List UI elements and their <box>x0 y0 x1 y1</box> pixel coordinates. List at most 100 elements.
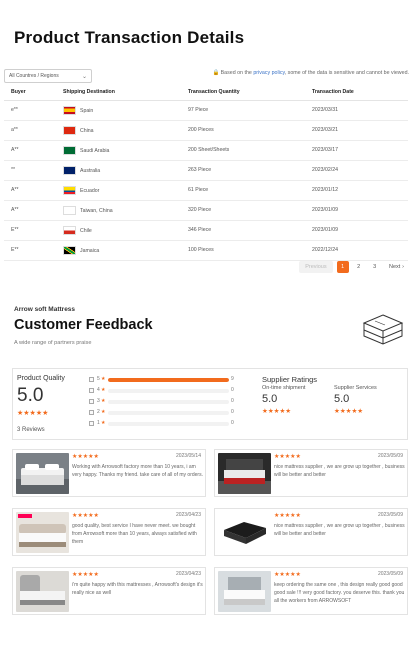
flag-icon <box>63 105 76 115</box>
review-date: 2023/05/14 <box>175 453 201 459</box>
star-icon: ★ <box>101 387 106 393</box>
product-quality-stars: ★★★★★ <box>17 410 49 417</box>
country-name: Taiwan, China <box>80 207 113 214</box>
flag-icon <box>63 165 76 175</box>
privacy-notice: 🔒Based on the privacy policy, some of th… <box>213 70 409 76</box>
rating-bar-row[interactable]: 5 ★ 9 <box>89 376 239 385</box>
flag-icon <box>63 185 76 195</box>
feedback-title: Customer Feedback <box>14 317 153 333</box>
review-card[interactable]: ★★★★★ 2023/05/14 Working with Arrowsoft fa… <box>12 449 206 497</box>
previous-page-button[interactable]: Previous <box>299 261 333 273</box>
notice-text-after: , some of the data is sensitive and cann… <box>284 70 409 76</box>
date-cell: 2023/03/21 <box>305 120 408 141</box>
rating-bar-row[interactable]: 3 ★ 0 <box>89 398 239 407</box>
bedroom-photo-image[interactable] <box>218 571 271 612</box>
star-icon: ★ <box>101 420 106 426</box>
rating-bar-track <box>108 411 229 415</box>
table-row: A** Taiwan, China 320 Piece 2023/01/09 <box>4 200 408 221</box>
quantity-cell: 100 Pieces <box>181 240 305 261</box>
review-stars: ★★★★★ <box>72 572 99 578</box>
rating-filter-checkbox[interactable] <box>89 399 94 404</box>
review-date: 2023/05/09 <box>377 571 403 577</box>
buyer-cell: A** <box>4 180 56 201</box>
destination-cell: China <box>56 120 181 141</box>
review-stars: ★★★★★ <box>274 454 301 460</box>
quantity-cell: 200 Sheet/Sheets <box>181 140 305 161</box>
product-quality-score: 5.0 <box>17 385 44 406</box>
review-card[interactable]: ★★★★★ 2023/04/23 i'm quite happy with this… <box>12 567 206 615</box>
star-icon: ★ <box>101 409 106 415</box>
next-page-label: Next <box>388 264 401 270</box>
rating-count: 9 <box>231 376 234 382</box>
star-level: 3 <box>97 398 100 404</box>
black-bed-photo-image[interactable] <box>218 453 271 494</box>
review-card[interactable]: ★★★★★ 2023/05/09 nice mattress supplier , … <box>214 449 408 497</box>
star-icon: ★ <box>101 398 106 404</box>
country-name: Chile <box>80 227 92 234</box>
quantity-cell: 97 Piece <box>181 100 305 121</box>
rating-bar-track <box>108 400 229 404</box>
country-name: China <box>80 127 94 134</box>
page-button-1[interactable]: 1 <box>336 261 349 273</box>
rating-count: 0 <box>231 409 234 415</box>
review-text: Working with Arrowsoft factory more than… <box>72 464 203 478</box>
supplier-services-stars: ★★★★★ <box>334 408 364 415</box>
page-button-2[interactable]: 2 <box>353 261 365 273</box>
date-cell: 2023/01/09 <box>305 220 408 241</box>
rating-bar-track <box>108 422 229 426</box>
rating-summary: Product Quality 5.0 ★★★★★ 3 Reviews 5 ★ 9 4… <box>12 368 408 440</box>
star-level: 1 <box>97 420 100 426</box>
supplier-ratings-label: Supplier Ratings <box>262 375 318 384</box>
ontime-shipment-label: On-time shipment <box>262 385 306 391</box>
region-filter-select[interactable]: All Countres / Regions ⌄ <box>4 69 92 83</box>
pagination: Previous 1 2 3 Next › <box>299 261 408 273</box>
date-cell: 2022/12/24 <box>305 240 408 261</box>
date-cell: 2023/03/17 <box>305 140 408 161</box>
review-text: i'm quite happy with this mattresses , A… <box>72 582 203 596</box>
review-card[interactable]: ★★★★★ 2023/05/09 keep ordering the same on… <box>214 567 408 615</box>
rating-filter-checkbox[interactable] <box>89 388 94 393</box>
review-card[interactable]: ★★★★★ 2023/04/23 good quality, best servic… <box>12 508 206 556</box>
transaction-table: Buyer Shipping Destination Transaction Q… <box>4 85 408 261</box>
quantity-cell: 200 Pieces <box>181 120 305 141</box>
rating-bar-row[interactable]: 2 ★ 0 <box>89 409 239 418</box>
review-text: good quality, best service I have never … <box>72 523 197 545</box>
upholstered-bed-photo-image[interactable] <box>16 571 69 612</box>
rating-bar-fill <box>108 378 229 382</box>
rating-filter-checkbox[interactable] <box>89 421 94 426</box>
buyer-cell: A** <box>4 140 56 161</box>
review-card[interactable]: ★★★★★ 2023/05/09 nice mattress supplier , … <box>214 508 408 556</box>
rating-filter-checkbox[interactable] <box>89 377 94 382</box>
feedback-tagline: A wide range of partners praise <box>14 340 92 346</box>
privacy-policy-link[interactable]: privacy policy <box>253 70 284 76</box>
destination-cell: Ecuador <box>56 180 181 201</box>
rating-bar-track <box>108 378 229 382</box>
page-button-3[interactable]: 3 <box>369 261 381 273</box>
table-row: E** Jamaica 100 Pieces 2022/12/24 <box>4 240 408 261</box>
destination-cell: Saudi Arabia <box>56 140 181 161</box>
page-title: Product Transaction Details <box>14 28 245 47</box>
product-quality-label: Product Quality <box>17 375 65 382</box>
table-row: E** Chile 346 Piece 2023/01/09 <box>4 220 408 241</box>
flag-icon <box>63 245 76 255</box>
country-name: Saudi Arabia <box>80 147 110 154</box>
table-header-row: Buyer Shipping Destination Transaction Q… <box>4 85 408 101</box>
rating-bar-row[interactable]: 1 ★ 0 <box>89 420 239 429</box>
rating-bar-row[interactable]: 4 ★ 0 <box>89 387 239 396</box>
review-text: nice mattress supplier , we are grow up … <box>274 464 405 478</box>
mattress-icon <box>362 314 404 345</box>
bed-photo-image[interactable] <box>16 453 69 494</box>
rating-filter-checkbox[interactable] <box>89 410 94 415</box>
country-name: Spain <box>80 107 94 114</box>
review-count: 3 Reviews <box>17 427 45 433</box>
black-mattress-photo-image[interactable] <box>218 512 271 553</box>
quantity-cell: 346 Piece <box>181 220 305 241</box>
table-row: e** Spain 97 Piece 2023/03/31 <box>4 100 408 121</box>
notice-text-before: Based on the <box>220 70 254 76</box>
next-page-button[interactable]: Next › <box>385 261 408 273</box>
review-stars: ★★★★★ <box>274 572 301 578</box>
mattress-ad-photo-image[interactable] <box>16 512 69 553</box>
country-name: Ecuador <box>80 187 100 194</box>
review-text: keep ordering the same one , this design… <box>274 582 405 604</box>
brand-subtitle: Arrow soft Mattress <box>14 306 76 313</box>
